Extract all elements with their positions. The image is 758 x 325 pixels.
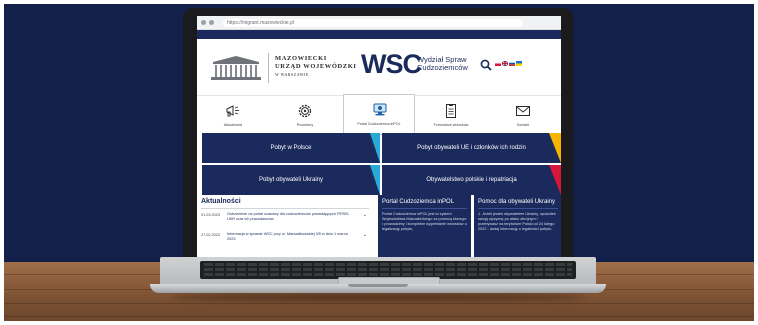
envelope-icon xyxy=(516,106,530,116)
tile-label: Obywatelstwo polskie i repatriacja xyxy=(426,177,517,183)
news-divider xyxy=(201,208,369,209)
inpol-panel-title: Portal Cudzoziemca inPOL xyxy=(382,199,455,205)
wsc-logo[interactable]: WSC xyxy=(361,49,422,79)
address-bar[interactable]: https://migrant.mazowieckie.pl xyxy=(223,18,523,27)
news-link[interactable]: Ostrzeżenie na portal czasowy dla cudzoz… xyxy=(227,212,355,222)
news-section: Aktualności 01.03.2023 Ostrzeżenie na po… xyxy=(197,195,373,258)
news-date: 27.02.2023 xyxy=(201,233,221,237)
tile-label: Pobyt obywateli Ukrainy xyxy=(258,177,324,183)
nav-label: Aktualności xyxy=(223,123,243,127)
forward-icon[interactable] xyxy=(209,20,214,25)
nav-label: Kontakt xyxy=(516,123,530,127)
ukraine-help-panel[interactable]: Pomoc dla obywateli Ukrainy 1. Jeżeli je… xyxy=(474,195,561,258)
wsc-line-2: Cudzoziemców xyxy=(417,63,468,72)
back-icon[interactable] xyxy=(201,20,206,25)
main-navigation: Aktualności Procedury Portal Cudzoziemca… xyxy=(197,94,561,135)
muw-building-logo[interactable] xyxy=(209,54,263,82)
logo-divider xyxy=(268,53,269,83)
wsc-department-name: Wydział Spraw Cudzoziemców xyxy=(417,56,468,72)
news-item[interactable]: 01.03.2023 Ostrzeżenie na portal czasowy… xyxy=(201,212,369,230)
tile-accent xyxy=(549,165,561,195)
tile-citizenship[interactable]: Obywatelstwo polskie i repatriacja xyxy=(382,165,561,195)
chevron-down-icon[interactable]: ⌄ xyxy=(363,212,367,218)
flag-ua-icon[interactable] xyxy=(516,61,522,66)
nav-item-forms[interactable]: Formularze wniosków xyxy=(415,96,487,134)
news-heading: Aktualności xyxy=(201,198,241,205)
language-switcher xyxy=(495,61,522,66)
nav-item-inpol[interactable]: Portal Cudzoziemca inPOL xyxy=(343,94,415,135)
search-icon[interactable] xyxy=(480,59,492,71)
news-item[interactable]: 27.02.2023 Informacja w sprawie WSC przy… xyxy=(201,232,369,250)
nav-label: Portal Cudzoziemca inPOL xyxy=(357,122,401,126)
form-document-icon xyxy=(446,104,456,118)
tile-accent xyxy=(549,133,561,163)
inpol-panel-body: Portal Cudzoziemca inPOL jest to system … xyxy=(382,212,467,221)
laptop-screen: https://migrant.mazowieckie.pl MAZOWIECK… xyxy=(197,16,561,258)
nav-item-contact[interactable]: Kontakt xyxy=(487,96,559,134)
tile-ukraine-citizens[interactable]: Pobyt obywateli Ukrainy xyxy=(202,165,380,195)
photo-scene: https://migrant.mazowieckie.pl MAZOWIECK… xyxy=(0,0,758,325)
megaphone-icon xyxy=(226,105,239,117)
tile-label: Pobyt w Polsce xyxy=(270,145,312,151)
tile-accent xyxy=(370,165,380,195)
top-strip xyxy=(197,30,561,39)
news-link[interactable]: Informacja w sprawie WSC przy ul. Marsza… xyxy=(227,232,355,242)
nav-item-news[interactable]: Aktualności xyxy=(197,96,269,134)
tile-stay-in-poland[interactable]: Pobyt w Polsce xyxy=(202,133,380,163)
laptop-base xyxy=(150,257,606,297)
laptop-notch xyxy=(348,284,408,287)
inpol-panel-text: Portal Cudzoziemca inPOL jest to system … xyxy=(382,212,467,232)
flag-pl-icon[interactable] xyxy=(495,61,501,66)
ukraine-panel-body: 1. Jeżeli jesteś obywatelem Ukrainy, opu… xyxy=(478,212,556,231)
muw-line-1: MAZOWIECKI xyxy=(275,55,327,62)
ukraine-panel-title: Pomoc dla obywateli Ukrainy xyxy=(478,199,556,205)
inpol-panel[interactable]: Portal Cudzoziemca inPOL Portal Cudzozie… xyxy=(378,195,471,258)
panel-divider xyxy=(382,208,467,209)
nav-label: Formularze wniosków xyxy=(433,123,469,127)
site-header: MAZOWIECKI URZĄD WOJEWÓDZKI W WARSZAWIE … xyxy=(197,39,561,95)
tile-label: Pobyt obywateli UE i członków ich rodzin xyxy=(417,145,526,151)
tile-eu-citizens[interactable]: Pobyt obywateli UE i członków ich rodzin xyxy=(382,133,561,163)
muw-wordmark: MAZOWIECKI URZĄD WOJEWÓDZKI W WARSZAWIE xyxy=(275,55,357,78)
flag-ru-icon[interactable] xyxy=(509,61,515,66)
news-date: 01.03.2023 xyxy=(201,213,221,217)
gear-icon xyxy=(298,104,312,118)
nav-label: Procedury xyxy=(296,123,314,127)
muw-line-2: URZĄD WOJEWÓDZKI xyxy=(275,63,357,70)
tile-accent xyxy=(370,133,380,163)
computer-icon xyxy=(373,103,387,116)
muw-line-3: W WARSZAWIE xyxy=(275,72,309,77)
browser-toolbar: https://migrant.mazowieckie.pl xyxy=(197,16,561,30)
flag-gb-icon[interactable] xyxy=(502,61,508,66)
panel-divider xyxy=(478,208,558,209)
nav-item-procedures[interactable]: Procedury xyxy=(269,96,341,134)
chevron-down-icon[interactable]: ⌄ xyxy=(363,232,367,238)
inpol-panel-bullet: • prowadzimy i kompletne wypełnianie wni… xyxy=(382,222,467,231)
laptop-deck xyxy=(160,257,596,286)
